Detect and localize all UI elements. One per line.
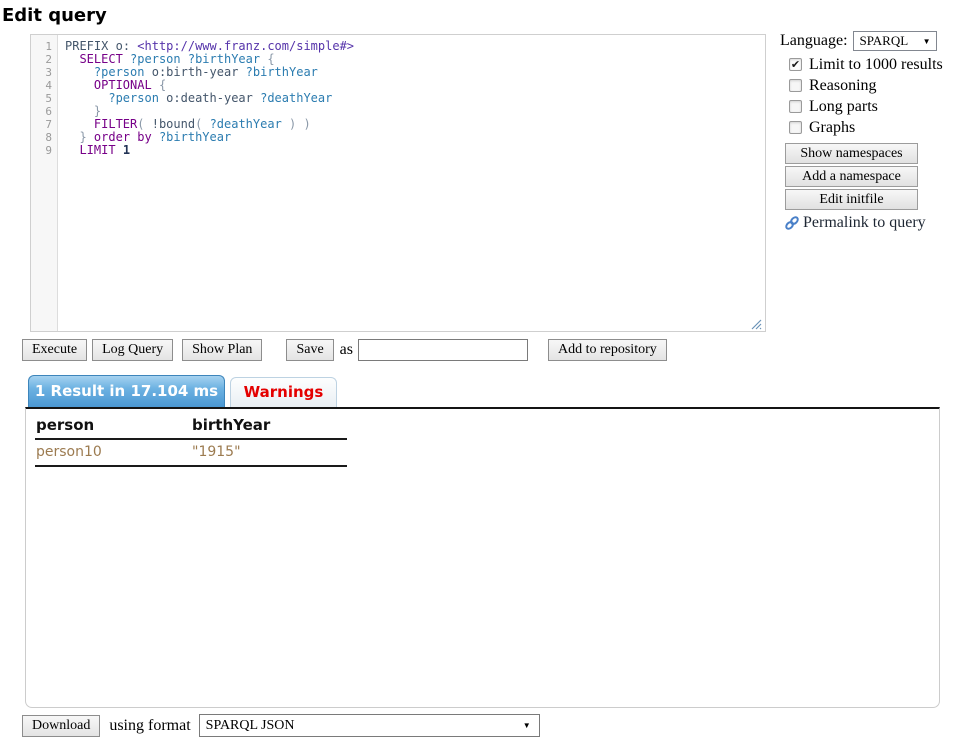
checkbox-checked[interactable]: ✔ xyxy=(789,58,802,71)
line-number: 1 xyxy=(31,40,57,53)
log-query-button[interactable]: Log Query xyxy=(92,339,173,361)
save-name-input[interactable] xyxy=(358,339,528,361)
execute-button[interactable]: Execute xyxy=(22,339,87,361)
panel-button[interactable]: Add a namespace xyxy=(785,166,918,187)
add-to-repository-button[interactable]: Add to repository xyxy=(548,339,667,361)
table-row: person10"1915" xyxy=(35,439,347,466)
code-line: LIMIT 1 xyxy=(65,144,765,157)
line-numbers: 123456789 xyxy=(31,35,58,331)
code-line: } order by ?birthYear xyxy=(65,131,765,144)
checkbox-list: ✔ Limit to 1000 results Reasoning Long part… xyxy=(780,56,972,136)
panel-button[interactable]: Show namespaces xyxy=(785,143,918,164)
query-toolbar: Execute Log Query Show Plan Save as Add … xyxy=(22,339,667,361)
format-select[interactable]: SPARQL JSON ▼ xyxy=(199,714,540,737)
language-label: Language: xyxy=(780,32,848,50)
column-header: birthYear xyxy=(191,413,347,439)
download-button[interactable]: Download xyxy=(22,715,100,737)
code-area[interactable]: PREFIX o: <http://www.franz.com/simple#>… xyxy=(58,35,765,331)
line-number: 6 xyxy=(31,105,57,118)
panel-button[interactable]: Edit initfile xyxy=(785,189,918,210)
checkbox-unchecked[interactable] xyxy=(789,121,802,134)
query-editor[interactable]: 123456789 PREFIX o: <http://www.franz.co… xyxy=(30,34,766,332)
save-as-label: as xyxy=(340,341,353,359)
results-header-row: personbirthYear xyxy=(35,413,347,439)
save-button[interactable]: Save xyxy=(286,339,333,361)
checkbox-row[interactable]: Graphs xyxy=(780,119,972,136)
table-cell: person10 xyxy=(35,439,191,466)
line-number: 4 xyxy=(31,79,57,92)
line-number: 9 xyxy=(31,144,57,157)
code-line: ?person o:birth-year ?birthYear xyxy=(65,66,765,79)
result-tabs: 1 Result in 17.104 ms Warnings xyxy=(28,375,337,407)
resize-handle-icon[interactable] xyxy=(751,317,762,328)
checkbox-label: Reasoning xyxy=(809,77,877,95)
tab-results[interactable]: 1 Result in 17.104 ms xyxy=(28,375,225,407)
checkbox-label: Long parts xyxy=(809,98,878,116)
checkbox-label: Limit to 1000 results xyxy=(809,56,943,74)
results-table: personbirthYear person10"1915" xyxy=(35,413,347,467)
checkbox-unchecked[interactable] xyxy=(789,79,802,92)
line-number: 3 xyxy=(31,66,57,79)
permalink-to-query[interactable]: Permalink to query xyxy=(784,214,972,232)
checkbox-label: Graphs xyxy=(809,119,855,137)
language-select-value: SPARQL xyxy=(860,33,909,49)
tab-warnings[interactable]: Warnings xyxy=(230,377,337,407)
show-plan-button[interactable]: Show Plan xyxy=(182,339,262,361)
using-format-label: using format xyxy=(109,717,190,735)
column-header: person xyxy=(35,413,191,439)
checkbox-row[interactable]: Reasoning xyxy=(780,77,972,94)
line-number: 5 xyxy=(31,92,57,105)
permalink-icon xyxy=(784,215,800,231)
line-number: 2 xyxy=(31,53,57,66)
language-row: Language: SPARQL ▼ xyxy=(780,30,972,52)
checkbox-row[interactable]: Long parts xyxy=(780,98,972,115)
line-number: 8 xyxy=(31,131,57,144)
line-number: 7 xyxy=(31,118,57,131)
checkbox-unchecked[interactable] xyxy=(789,100,802,113)
panel-buttons: Show namespacesAdd a namespaceEdit initf… xyxy=(785,143,918,210)
results-panel: personbirthYear person10"1915" xyxy=(25,407,940,708)
chevron-down-icon: ▼ xyxy=(923,37,931,46)
checkbox-row[interactable]: ✔ Limit to 1000 results xyxy=(780,56,972,73)
results-body: person10"1915" xyxy=(35,439,347,466)
table-cell: "1915" xyxy=(191,439,347,466)
chevron-down-icon: ▼ xyxy=(523,721,531,730)
permalink-label: Permalink to query xyxy=(803,214,926,232)
code-line: ?person o:death-year ?deathYear xyxy=(65,92,765,105)
options-panel: Language: SPARQL ▼ ✔ Limit to 1000 result… xyxy=(780,30,972,232)
format-select-value: SPARQL JSON xyxy=(206,718,295,734)
language-select[interactable]: SPARQL ▼ xyxy=(853,31,937,51)
download-bar: Download using format SPARQL JSON ▼ xyxy=(22,714,540,737)
page-title: Edit query xyxy=(2,5,107,26)
